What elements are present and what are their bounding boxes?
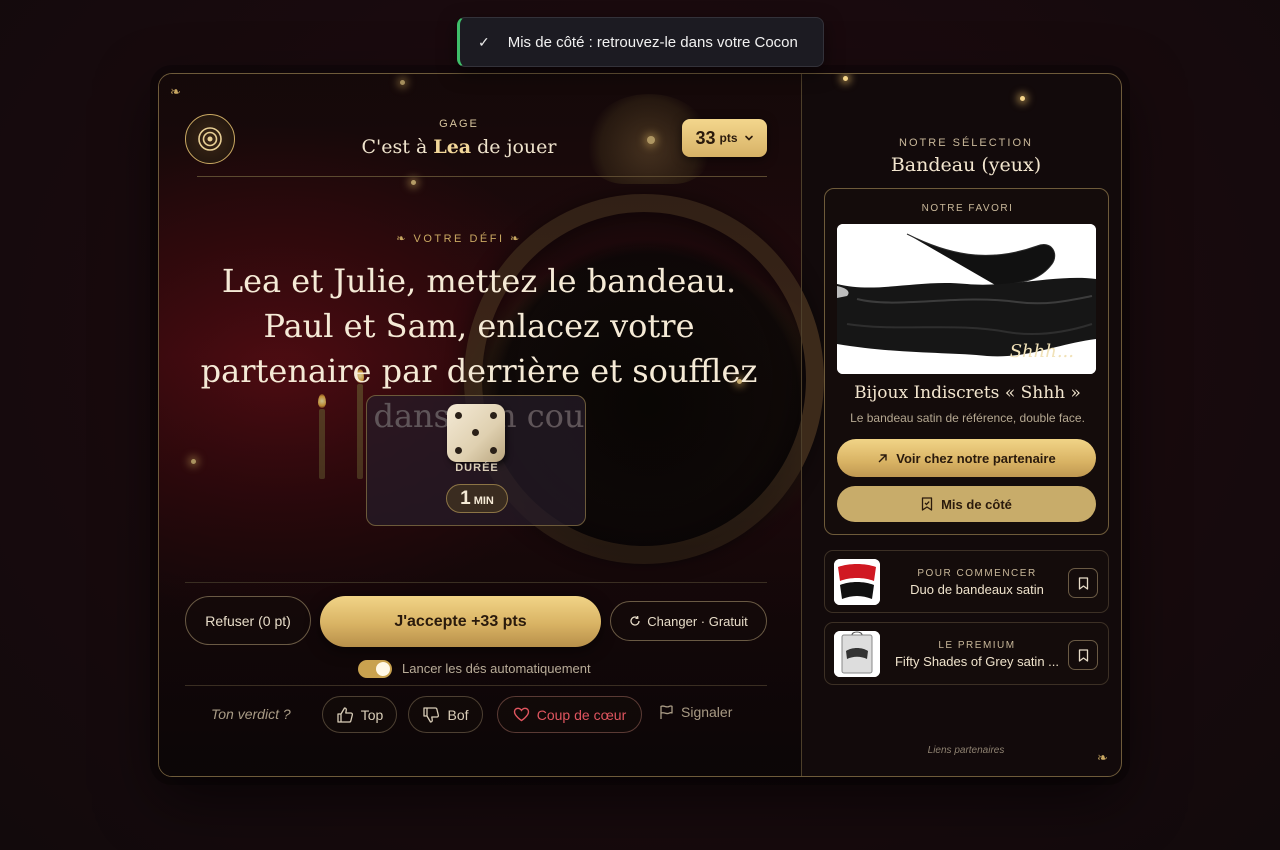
partner-links-note: Liens partenaires [927, 745, 1005, 756]
favorite-name: Bijoux Indiscrets « Shhh » [854, 383, 1081, 403]
partner-link-label: Voir chez notre partenaire [896, 450, 1056, 466]
change-label: Changer · Gratuit [647, 613, 748, 629]
bookmark-button[interactable] [1068, 568, 1098, 598]
bookmark-button[interactable] [1068, 640, 1098, 670]
image-script-text: Shhh... [1009, 341, 1074, 362]
bookmark-icon [1078, 576, 1088, 590]
coup-de-coeur-label: Coup de cœur [536, 706, 627, 723]
external-arrow-icon [878, 453, 887, 462]
thumbs-down-icon [423, 706, 440, 723]
chevron-down-icon [744, 135, 753, 141]
toast-message: Mis de côté : retrouvez-le dans votre Co… [507, 33, 798, 51]
favorite-product-card: NOTRE FAVORI Shhh... Bijoux Indiscrets «… [824, 188, 1109, 535]
points-badge[interactable]: 33 pts [682, 119, 767, 157]
report-button[interactable]: Signaler [659, 704, 732, 720]
panel-divider [801, 74, 802, 776]
refuse-button[interactable]: Refuser (0 pt) [185, 596, 311, 645]
duration-label: DURÉE [455, 462, 499, 474]
bof-label: Bof [447, 706, 469, 723]
selection-kicker: NOTRE SÉLECTION [899, 137, 1033, 149]
header-divider [197, 176, 767, 177]
bookmark-icon [1078, 648, 1088, 662]
toast-notification: ✓ Mis de côté : retrouvez-le dans votre … [457, 17, 824, 67]
duration-pill: 1 MIN [446, 484, 508, 513]
product-name: Duo de bandeaux satin [910, 582, 1044, 597]
product-item[interactable]: LE PREMIUM Fifty Shades of Grey satin ..… [824, 622, 1109, 685]
bookmark-check-icon [921, 497, 933, 511]
duration-card[interactable]: DURÉE 1 MIN [366, 395, 586, 526]
sparkle [843, 76, 848, 81]
verdict-question: Ton verdict ? [211, 706, 291, 722]
auto-dice-toggle[interactable] [358, 660, 392, 678]
coup-de-coeur-button[interactable]: Coup de cœur [497, 696, 642, 733]
turn-prefix: C'est à [361, 136, 428, 158]
product-item[interactable]: POUR COMMENCER Duo de bandeaux satin [824, 550, 1109, 613]
top-label: Top [360, 706, 384, 723]
favorite-kicker: NOTRE FAVORI [921, 203, 1014, 214]
top-button[interactable]: Top [322, 696, 397, 733]
product-thumbnail [834, 631, 880, 677]
product-kicker: POUR COMMENCER [917, 568, 1037, 579]
duration-unit: MIN [473, 494, 494, 507]
partner-link-button[interactable]: Voir chez notre partenaire [837, 439, 1096, 477]
points-value: 33 [695, 127, 716, 148]
saved-button[interactable]: Mis de côté [837, 486, 1096, 522]
turn-suffix: de jouer [477, 136, 557, 158]
heart-icon [513, 707, 529, 722]
bof-button[interactable]: Bof [408, 696, 483, 733]
selection-title: Bandeau (yeux) [890, 154, 1042, 176]
product-thumbnail [834, 559, 880, 605]
header-kicker: GAGE [439, 118, 479, 130]
dice-icon [447, 404, 505, 462]
duration-value: 1 [460, 487, 471, 509]
points-unit: pts [719, 131, 738, 145]
target-icon[interactable] [185, 114, 235, 164]
thumbs-up-icon [337, 706, 353, 723]
corner-ornament: ❧ [170, 84, 181, 99]
product-kicker: LE PREMIUM [938, 640, 1016, 651]
verdict-divider [185, 685, 767, 686]
change-button[interactable]: Changer · Gratuit [610, 601, 767, 641]
turn-title: C'est à Lea de jouer [259, 136, 659, 158]
game-card: ❧ ❧ GAGE C'est à Lea de jouer 33 pts ❧ V… [158, 73, 1122, 777]
sparkle [1020, 96, 1025, 101]
report-label: Signaler [681, 704, 733, 720]
refresh-icon [630, 615, 640, 626]
challenge-kicker: ❧ VOTRE DÉFI ❧ [396, 233, 522, 245]
actions-divider [185, 582, 767, 583]
blindfold-product-image[interactable]: Shhh... [837, 224, 1096, 374]
product-name: Fifty Shades of Grey satin ... [894, 654, 1059, 669]
current-player: Lea [433, 136, 472, 158]
favorite-description: Le bandeau satin de référence, double fa… [850, 411, 1085, 425]
check-icon: ✓ [478, 33, 490, 50]
toggle-knob [376, 662, 390, 676]
auto-dice-label: Lancer les dés automatiquement [402, 661, 591, 676]
flag-icon [660, 705, 673, 719]
saved-label: Mis de côté [941, 496, 1012, 512]
accept-button[interactable]: J'accepte +33 pts [320, 596, 601, 647]
